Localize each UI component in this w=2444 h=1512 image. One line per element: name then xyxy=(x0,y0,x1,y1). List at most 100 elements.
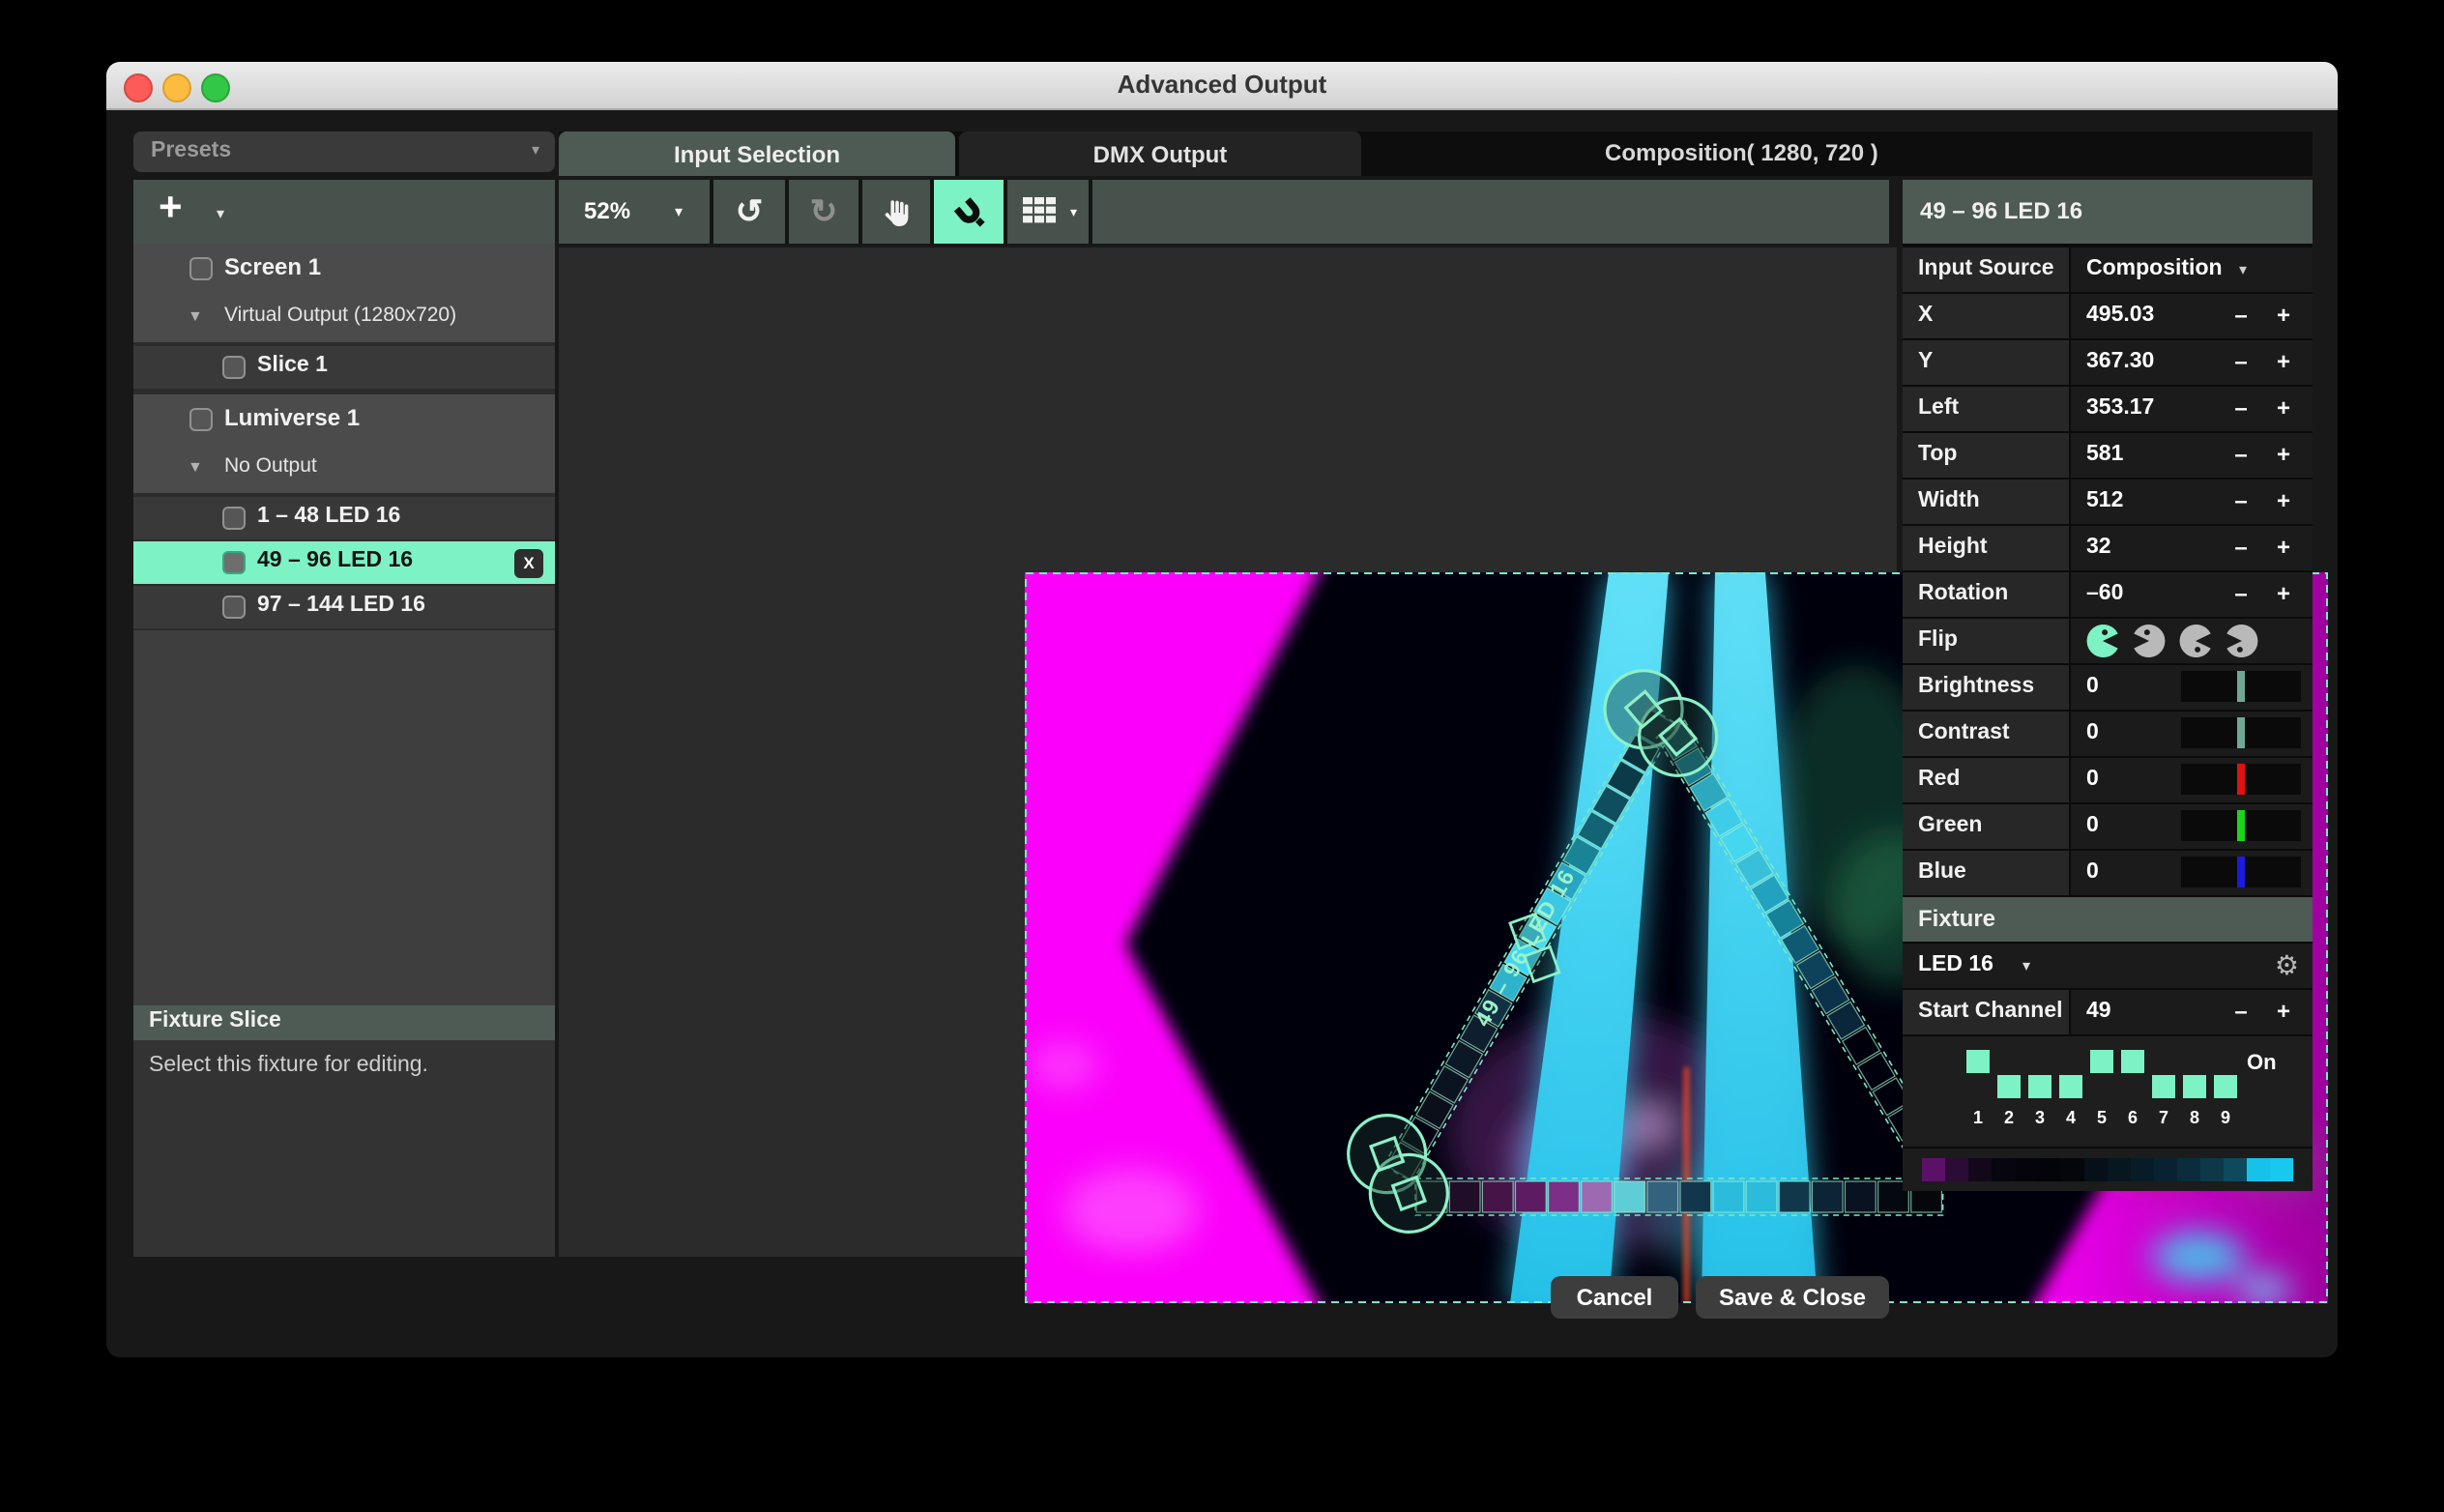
decrement-button[interactable]: – xyxy=(2227,580,2255,607)
fixture-97-144-checkbox[interactable] xyxy=(222,596,246,619)
slider-value[interactable]: 0 xyxy=(2086,675,2099,698)
field-label: Left xyxy=(1918,396,1959,420)
field-row-height: Height 32–+ xyxy=(1903,526,2313,570)
tree-row-fixture-97-144[interactable]: 97 – 144 LED 16 xyxy=(133,586,555,630)
flip-horizontal-button[interactable] xyxy=(2133,625,2166,657)
preview-swatch xyxy=(1992,1158,2015,1181)
flip-both-button[interactable] xyxy=(2226,625,2258,657)
caret-down-icon: ▾ xyxy=(532,141,539,159)
slider-handle[interactable] xyxy=(2237,764,2245,795)
zoom-level-dropdown[interactable]: 52% ▾ xyxy=(559,180,713,244)
fixture-slice-hint: Select this fixture for editing. xyxy=(149,1054,428,1077)
input-source-value: Composition xyxy=(2086,257,2223,280)
fixture-type-dropdown[interactable]: LED 16 ▾ ⚙ xyxy=(1903,944,2313,988)
red-slider[interactable] xyxy=(2181,764,2301,795)
slice1-checkbox[interactable] xyxy=(222,356,246,379)
slider-value[interactable]: 0 xyxy=(2086,721,2099,744)
decrement-button[interactable]: – xyxy=(2227,441,2255,468)
channel-column: 4 xyxy=(2057,1036,2088,1147)
field-value[interactable]: 581 xyxy=(2086,443,2123,466)
preview-swatch xyxy=(2270,1158,2293,1181)
tree-row-fixture-1-48[interactable]: 1 – 48 LED 16 xyxy=(133,497,555,541)
fixture-49-96-checkbox[interactable] xyxy=(222,551,246,574)
slider-value[interactable]: 0 xyxy=(2086,814,2099,837)
channel-toggle[interactable] xyxy=(1966,1050,1990,1073)
tree-row-slice1[interactable]: Slice 1 xyxy=(133,346,555,394)
increment-button[interactable]: + xyxy=(2270,348,2297,375)
slider-handle[interactable] xyxy=(2237,717,2245,748)
slider-value[interactable]: 0 xyxy=(2086,768,2099,791)
delete-fixture-button[interactable]: X xyxy=(514,548,543,577)
slider-value[interactable]: 0 xyxy=(2086,860,2099,884)
tab-input-selection[interactable]: Input Selection xyxy=(559,131,955,176)
slider-handle[interactable] xyxy=(2237,671,2245,702)
tree-group-screen1[interactable]: Screen 1 ▼ Virtual Output (1280x720) xyxy=(133,244,555,346)
snap-tool-button[interactable] xyxy=(934,180,1007,244)
field-value[interactable]: 32 xyxy=(2086,536,2111,559)
redo-button[interactable]: ↻ xyxy=(789,180,862,244)
increment-button[interactable]: + xyxy=(2270,487,2297,514)
field-value[interactable]: –60 xyxy=(2086,582,2123,605)
slider-label: Red xyxy=(1918,768,1960,791)
increment-button[interactable]: + xyxy=(2270,580,2297,607)
field-value[interactable]: 367.30 xyxy=(2086,350,2154,373)
channel-column: 8 xyxy=(2181,1036,2212,1147)
contrast-slider[interactable] xyxy=(2181,717,2301,748)
save-close-button[interactable]: Save & Close xyxy=(1696,1276,1889,1319)
increment-button[interactable]: + xyxy=(2270,394,2297,422)
pan-tool-button[interactable] xyxy=(862,180,934,244)
add-device-button[interactable]: + xyxy=(159,186,183,232)
channel-toggle[interactable] xyxy=(2121,1050,2144,1073)
increment-button[interactable]: + xyxy=(2270,998,2297,1025)
green-slider[interactable] xyxy=(2181,810,2301,841)
disclosure-triangle-icon[interactable]: ▼ xyxy=(188,307,203,325)
increment-button[interactable]: + xyxy=(2270,302,2297,329)
channel-toggle[interactable] xyxy=(2214,1075,2237,1098)
field-value[interactable]: 495.03 xyxy=(2086,304,2154,327)
slider-label: Green xyxy=(1918,814,1983,837)
fixture-1-48-checkbox[interactable] xyxy=(222,507,246,530)
lumiverse1-checkbox[interactable] xyxy=(189,408,213,431)
tree-group-lumiverse1[interactable]: Lumiverse 1 ▼ No Output xyxy=(133,394,555,497)
screen1-checkbox[interactable] xyxy=(189,257,213,280)
blue-slider[interactable] xyxy=(2181,857,2301,887)
presets-dropdown[interactable]: Presets ▾ xyxy=(133,131,555,172)
increment-button[interactable]: + xyxy=(2270,441,2297,468)
decrement-button[interactable]: – xyxy=(2227,998,2255,1025)
start-channel-value[interactable]: 49 xyxy=(2086,1000,2111,1023)
channel-toggle[interactable] xyxy=(2152,1075,2175,1098)
slider-row-green: Green 0 xyxy=(1903,804,2313,849)
flip-vertical-button[interactable] xyxy=(2179,625,2212,657)
brightness-slider[interactable] xyxy=(2181,671,2301,702)
fixture-section-header: Fixture xyxy=(1903,897,2313,942)
disclosure-triangle-icon[interactable]: ▼ xyxy=(188,458,203,476)
flip-none-button[interactable] xyxy=(2086,625,2119,657)
decrement-button[interactable]: – xyxy=(2227,348,2255,375)
decrement-button[interactable]: – xyxy=(2227,394,2255,422)
tab-dmx-output[interactable]: DMX Output xyxy=(959,131,1361,176)
undo-button[interactable]: ↺ xyxy=(713,180,789,244)
channel-toggle[interactable] xyxy=(1997,1075,2021,1098)
decrement-button[interactable]: – xyxy=(2227,534,2255,561)
increment-button[interactable]: + xyxy=(2270,534,2297,561)
gear-icon[interactable]: ⚙ xyxy=(2275,949,2299,980)
decrement-button[interactable]: – xyxy=(2227,302,2255,329)
channel-toggle[interactable] xyxy=(2059,1075,2082,1098)
field-value[interactable]: 353.17 xyxy=(2086,396,2154,420)
channel-toggle[interactable] xyxy=(2028,1075,2051,1098)
preview-swatch xyxy=(1968,1158,1992,1181)
caret-down-icon: ▾ xyxy=(2239,261,2247,278)
channel-toggle[interactable] xyxy=(2090,1050,2113,1073)
caret-down-icon: ▾ xyxy=(2022,957,2030,974)
tree-row-fixture-49-96[interactable]: 49 – 96 LED 16 X xyxy=(133,541,555,586)
slider-handle[interactable] xyxy=(2237,810,2245,841)
input-source-dropdown[interactable]: Composition ▾ xyxy=(2071,247,2313,292)
caret-down-icon[interactable]: ▾ xyxy=(217,205,224,222)
cancel-button[interactable]: Cancel xyxy=(1551,1276,1678,1319)
decrement-button[interactable]: – xyxy=(2227,487,2255,514)
grid-tool-button[interactable]: ▾ xyxy=(1007,180,1092,244)
channel-toggle[interactable] xyxy=(2183,1075,2206,1098)
field-value[interactable]: 512 xyxy=(2086,489,2123,512)
channel-number: 3 xyxy=(2026,1108,2053,1127)
slider-handle[interactable] xyxy=(2237,857,2245,887)
